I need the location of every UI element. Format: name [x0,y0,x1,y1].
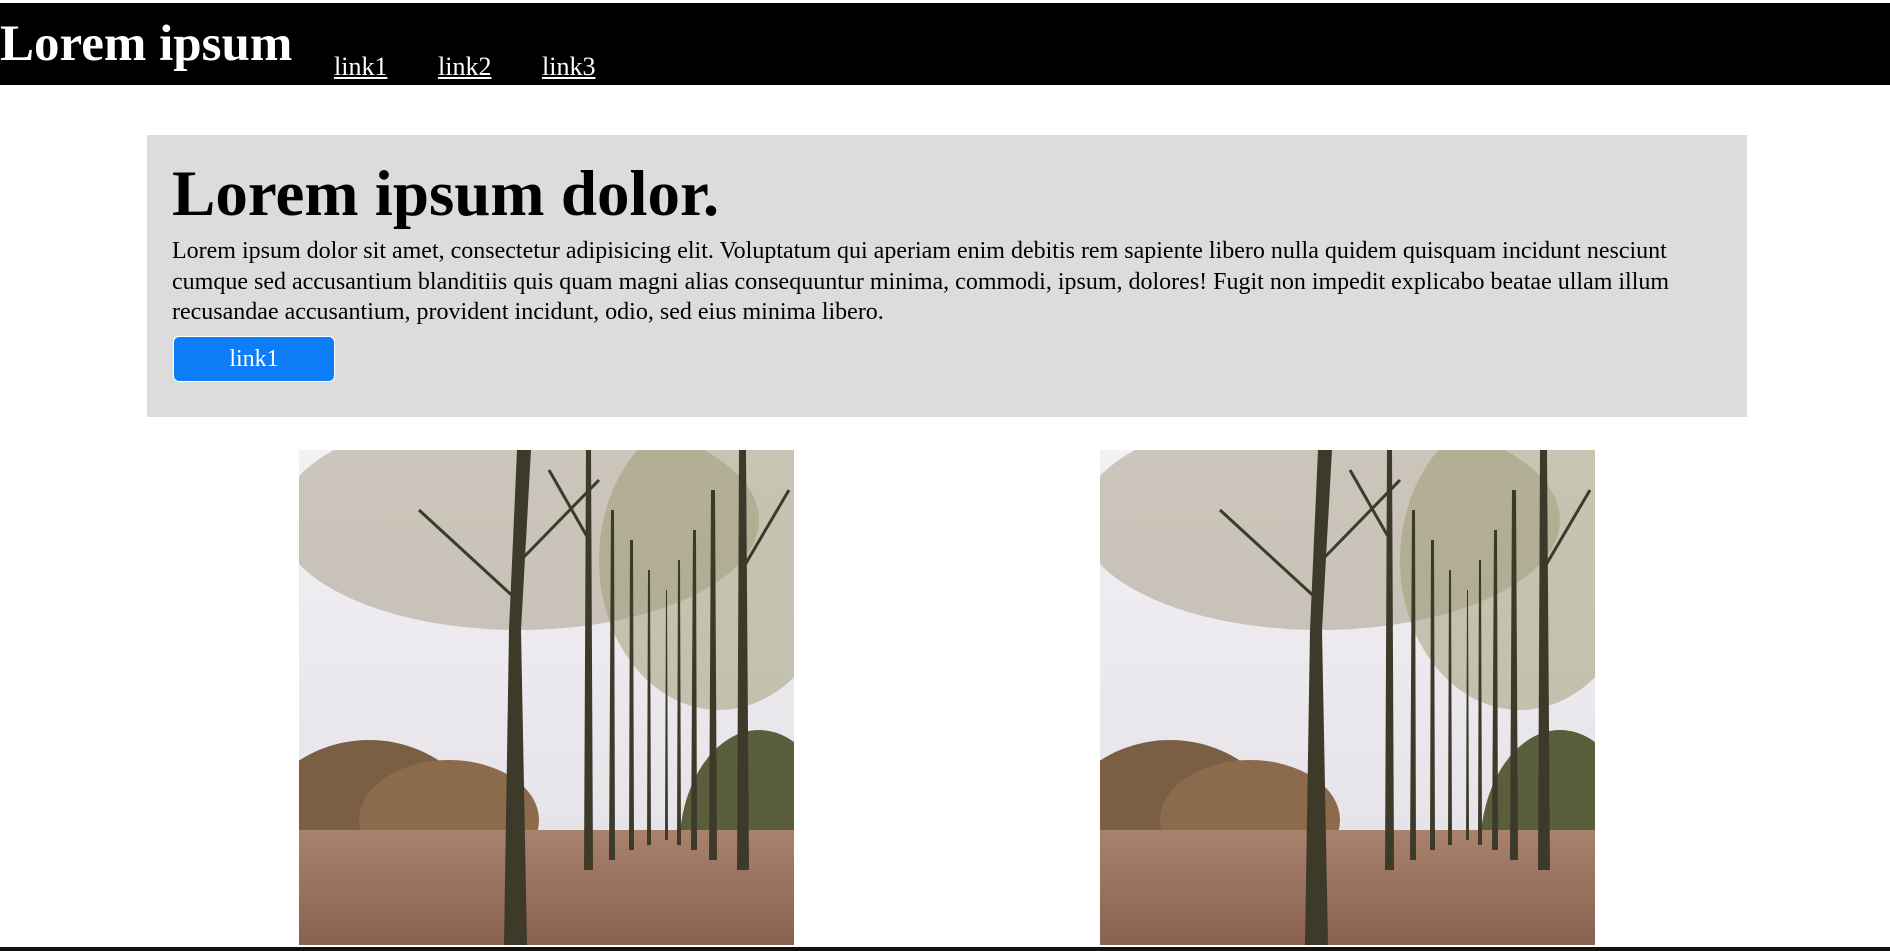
brand-title: Lorem ipsum [0,16,293,72]
hero-link-button[interactable]: link1 [173,336,335,382]
nav-link-2[interactable]: link2 [438,54,491,80]
navbar: Lorem ipsum link1 link2 link3 [0,3,1890,85]
hero-title: Lorem ipsum dolor. [172,158,720,230]
hero-section: Lorem ipsum dolor. Lorem ipsum dolor sit… [147,135,1747,417]
nav-link-1[interactable]: link1 [334,54,387,80]
hero-text: Lorem ipsum dolor sit amet, consectetur … [172,238,1670,325]
gallery-image-forest-1 [299,450,794,945]
bottom-border [0,947,1890,951]
nav-link-3[interactable]: link3 [542,54,595,80]
gallery-image-forest-2 [1100,450,1595,945]
